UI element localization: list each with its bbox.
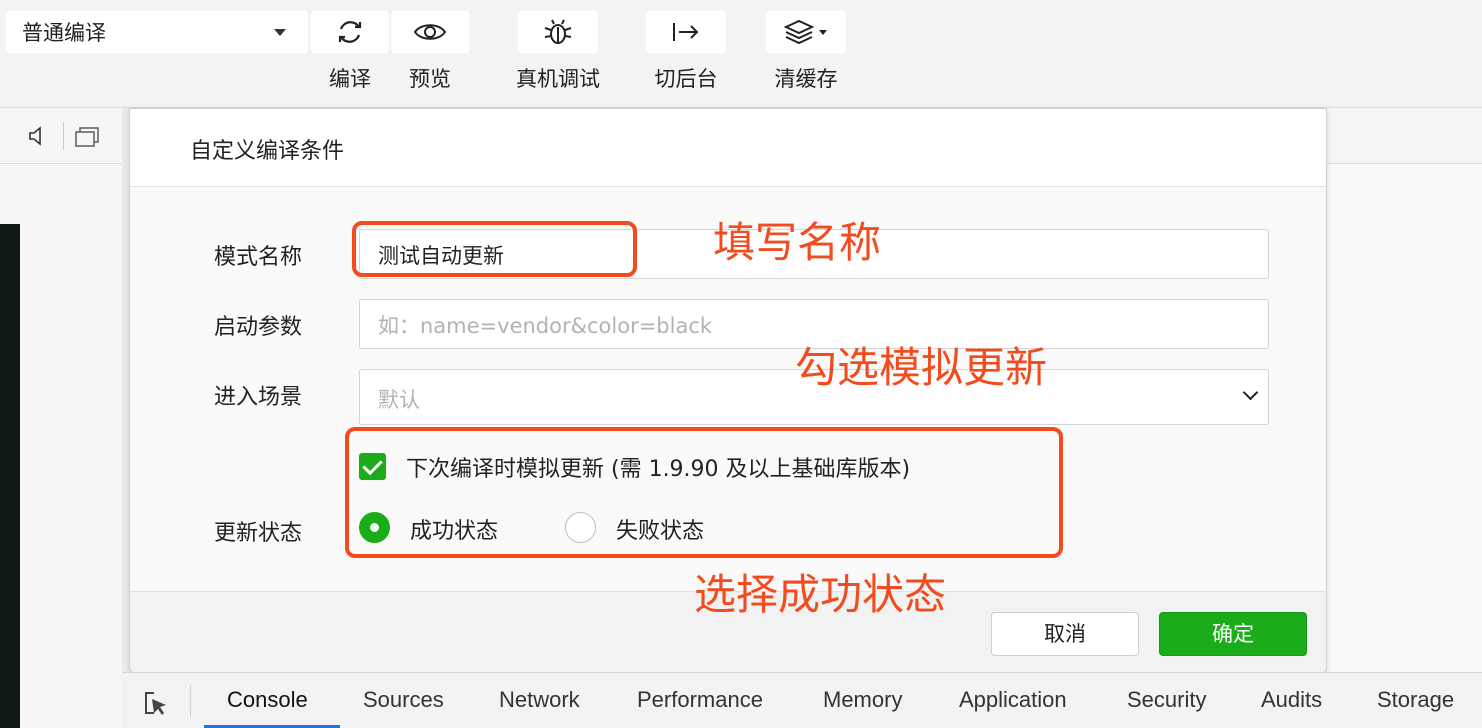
fill-name-annotation: 填写名称	[713, 218, 882, 267]
clear-cache-label: 清缓存	[774, 67, 838, 91]
confirm-button[interactable]: 确定	[1159, 612, 1307, 656]
mode-name-label: 模式名称	[214, 245, 303, 270]
tab-application[interactable]: Application	[959, 687, 1067, 713]
remote-debug-tool: 真机调试	[516, 11, 600, 93]
launch-params-placeholder: 如：name=vendor&color=black	[378, 314, 713, 338]
preview-tool: 预览	[391, 11, 469, 93]
clear-cache-button[interactable]	[766, 11, 846, 53]
bug-icon	[544, 19, 572, 44]
volume-icon[interactable]	[28, 126, 46, 146]
choose-success-annotation: 选择成功状态	[694, 570, 947, 619]
toolbar-divider	[63, 122, 64, 150]
refresh-icon	[338, 21, 362, 43]
check-update-annotation: 勾选模拟更新	[795, 343, 1048, 392]
layers-icon	[783, 19, 827, 45]
preview-label: 预览	[409, 67, 451, 91]
tab-divider	[190, 685, 191, 717]
devtools-tabbar: Console Sources Network Performance Memo…	[122, 672, 1482, 728]
tab-sources[interactable]: Sources	[363, 687, 444, 713]
dialog-title: 自定义编译条件	[190, 139, 345, 164]
tab-security[interactable]: Security	[1127, 687, 1206, 713]
update-status-label: 更新状态	[214, 521, 303, 546]
tab-memory[interactable]: Memory	[823, 687, 902, 713]
top-toolbar: 普通编译 编译 预览 真机调试 切后台 清缓存	[0, 0, 1482, 108]
background-button[interactable]	[646, 11, 726, 53]
compile-label: 编译	[329, 67, 371, 91]
name-highlight-box	[352, 221, 637, 277]
update-highlight-box	[345, 427, 1063, 558]
launch-params-label: 启动参数	[214, 315, 303, 340]
compile-button[interactable]	[311, 11, 389, 53]
simulator-screen	[0, 224, 20, 728]
tab-console[interactable]: Console	[227, 687, 308, 713]
tab-performance[interactable]: Performance	[637, 687, 763, 713]
scene-value: 默认	[378, 388, 420, 412]
tab-audits[interactable]: Audits	[1261, 687, 1322, 713]
chevron-down-icon	[1242, 384, 1259, 401]
compile-mode-value: 普通编译	[22, 21, 106, 45]
switch-background-icon	[673, 23, 699, 41]
launch-params-input[interactable]: 如：name=vendor&color=black	[359, 299, 1269, 349]
clear-cache-tool: 清缓存	[766, 11, 846, 93]
window-icon[interactable]	[74, 126, 100, 148]
scene-label: 进入场景	[214, 385, 303, 410]
background-tool: 切后台	[646, 11, 726, 93]
tab-network[interactable]: Network	[499, 687, 580, 713]
compile-mode-select[interactable]: 普通编译	[6, 11, 308, 53]
inspect-element-icon[interactable]	[142, 689, 170, 717]
editor-area	[1327, 164, 1482, 672]
eye-icon	[413, 24, 447, 40]
tab-storage[interactable]: Storage	[1377, 687, 1454, 713]
remote-debug-label: 真机调试	[516, 67, 600, 91]
editor-toolbar	[1327, 108, 1482, 164]
background-label: 切后台	[654, 67, 718, 91]
remote-debug-button[interactable]	[518, 11, 598, 53]
simulator-panel	[0, 108, 122, 728]
caret-down-icon	[274, 29, 286, 36]
compile-tool: 编译	[311, 11, 389, 93]
cancel-button[interactable]: 取消	[991, 612, 1139, 656]
preview-button[interactable]	[391, 11, 469, 53]
dialog-header: 自定义编译条件	[130, 109, 1326, 187]
simulator-toolbar	[0, 108, 122, 164]
